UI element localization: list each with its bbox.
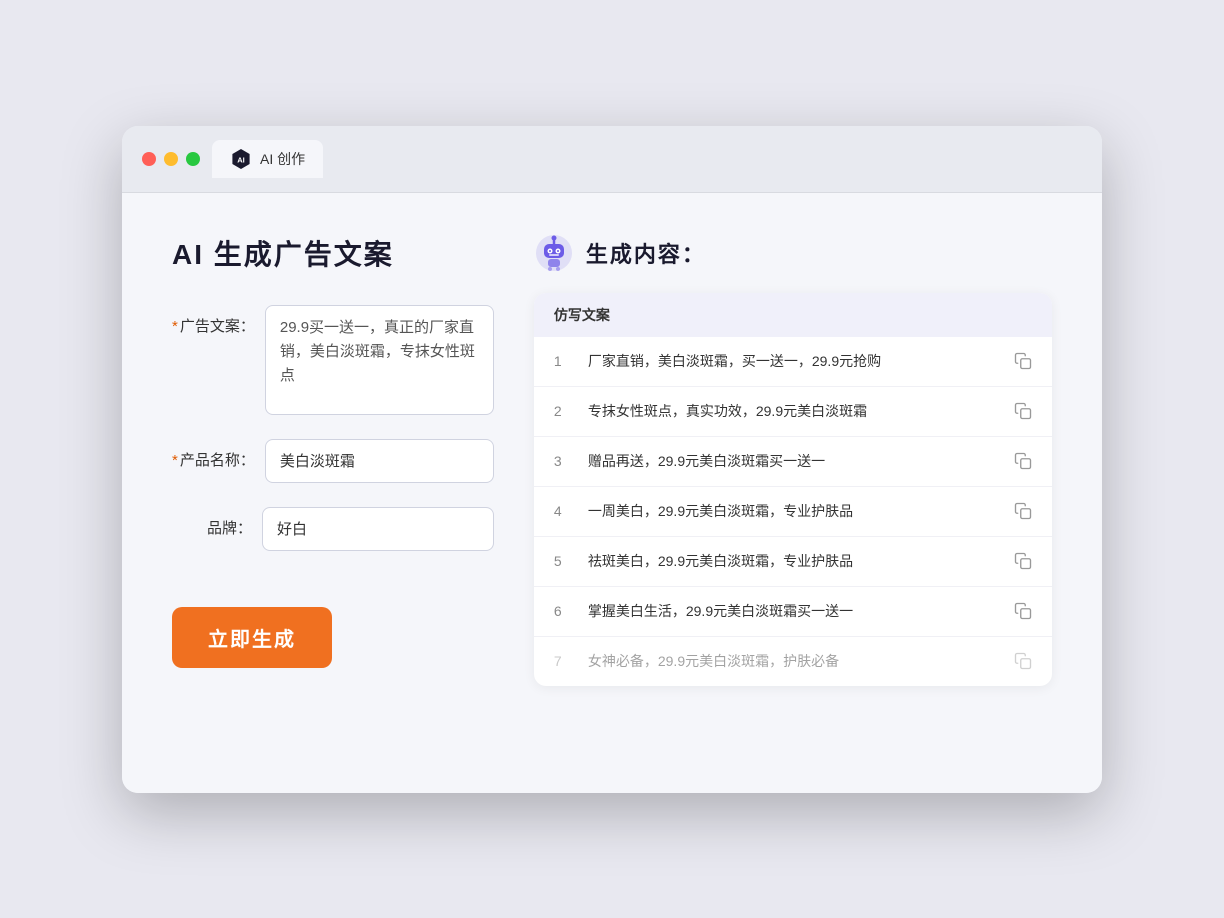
result-text: 一周美白，29.9元美白淡斑霜，专业护肤品	[588, 501, 1000, 522]
result-row: 1 厂家直销，美白淡斑霜，买一送一，29.9元抢购	[534, 337, 1052, 387]
result-row: 3 赠品再送，29.9元美白淡斑霜买一送一	[534, 437, 1052, 487]
product-name-input[interactable]	[265, 439, 494, 483]
ad-copy-input[interactable]: 29.9买一送一，真正的厂家直销，美白淡斑霜，专抹女性斑点	[265, 305, 494, 415]
result-row: 6 掌握美白生活，29.9元美白淡斑霜买一送一	[534, 587, 1052, 637]
copy-icon[interactable]	[1014, 352, 1032, 370]
right-panel: 生成内容： 仿写文案 1 厂家直销，美白淡斑霜，买一送一，29.9元抢购 2 专…	[534, 233, 1052, 743]
results-table: 仿写文案 1 厂家直销，美白淡斑霜，买一送一，29.9元抢购 2 专抹女性斑点，…	[534, 293, 1052, 686]
tab-label: AI 创作	[260, 149, 305, 169]
copy-icon[interactable]	[1014, 652, 1032, 670]
brand-label: 品牌：	[172, 507, 252, 538]
result-number: 3	[554, 453, 574, 469]
browser-tab[interactable]: AI AI 创作	[212, 140, 323, 178]
result-number: 2	[554, 403, 574, 419]
result-text: 赠品再送，29.9元美白淡斑霜买一送一	[588, 451, 1000, 472]
result-row: 5 祛斑美白，29.9元美白淡斑霜，专业护肤品	[534, 537, 1052, 587]
maximize-button[interactable]	[186, 152, 200, 166]
result-row: 4 一周美白，29.9元美白淡斑霜，专业护肤品	[534, 487, 1052, 537]
result-number: 4	[554, 503, 574, 519]
robot-icon	[534, 233, 574, 273]
result-row: 7 女神必备，29.9元美白淡斑霜，护肤必备	[534, 637, 1052, 686]
result-number: 1	[554, 353, 574, 369]
browser-content: AI 生成广告文案 *广告文案： 29.9买一送一，真正的厂家直销，美白淡斑霜，…	[122, 193, 1102, 793]
browser-window: AI AI 创作 AI 生成广告文案 *广告文案： 29.9买一送一，真正的厂家…	[122, 126, 1102, 793]
result-number: 5	[554, 553, 574, 569]
result-row: 2 专抹女性斑点，真实功效，29.9元美白淡斑霜	[534, 387, 1052, 437]
result-number: 6	[554, 603, 574, 619]
result-text: 厂家直销，美白淡斑霜，买一送一，29.9元抢购	[588, 351, 1000, 372]
product-name-group: *产品名称：	[172, 439, 494, 483]
result-number: 7	[554, 653, 574, 669]
close-button[interactable]	[142, 152, 156, 166]
brand-group: 品牌：	[172, 507, 494, 551]
result-text: 女神必备，29.9元美白淡斑霜，护肤必备	[588, 651, 1000, 672]
copy-icon[interactable]	[1014, 452, 1032, 470]
ad-copy-group: *广告文案： 29.9买一送一，真正的厂家直销，美白淡斑霜，专抹女性斑点	[172, 305, 494, 415]
brand-input[interactable]	[262, 507, 494, 551]
copy-icon[interactable]	[1014, 602, 1032, 620]
required-star-product: *	[172, 452, 178, 469]
left-panel: AI 生成广告文案 *广告文案： 29.9买一送一，真正的厂家直销，美白淡斑霜，…	[172, 233, 494, 743]
page-title: AI 生成广告文案	[172, 233, 494, 273]
result-text: 掌握美白生活，29.9元美白淡斑霜买一送一	[588, 601, 1000, 622]
result-text: 专抹女性斑点，真实功效，29.9元美白淡斑霜	[588, 401, 1000, 422]
svg-text:AI: AI	[237, 155, 245, 164]
right-title: 生成内容：	[586, 237, 706, 269]
copy-icon[interactable]	[1014, 502, 1032, 520]
right-header: 生成内容：	[534, 233, 1052, 273]
result-text: 祛斑美白，29.9元美白淡斑霜，专业护肤品	[588, 551, 1000, 572]
results-table-header: 仿写文案	[534, 293, 1052, 337]
required-star-ad: *	[172, 318, 178, 335]
minimize-button[interactable]	[164, 152, 178, 166]
product-name-label: *产品名称：	[172, 439, 255, 470]
browser-titlebar: AI AI 创作	[122, 126, 1102, 193]
generate-button[interactable]: 立即生成	[172, 607, 332, 668]
results-list: 1 厂家直销，美白淡斑霜，买一送一，29.9元抢购 2 专抹女性斑点，真实功效，…	[534, 337, 1052, 686]
copy-icon[interactable]	[1014, 402, 1032, 420]
ai-tab-icon: AI	[230, 148, 252, 170]
copy-icon[interactable]	[1014, 552, 1032, 570]
traffic-lights	[142, 152, 200, 166]
ad-copy-label: *广告文案：	[172, 305, 255, 336]
